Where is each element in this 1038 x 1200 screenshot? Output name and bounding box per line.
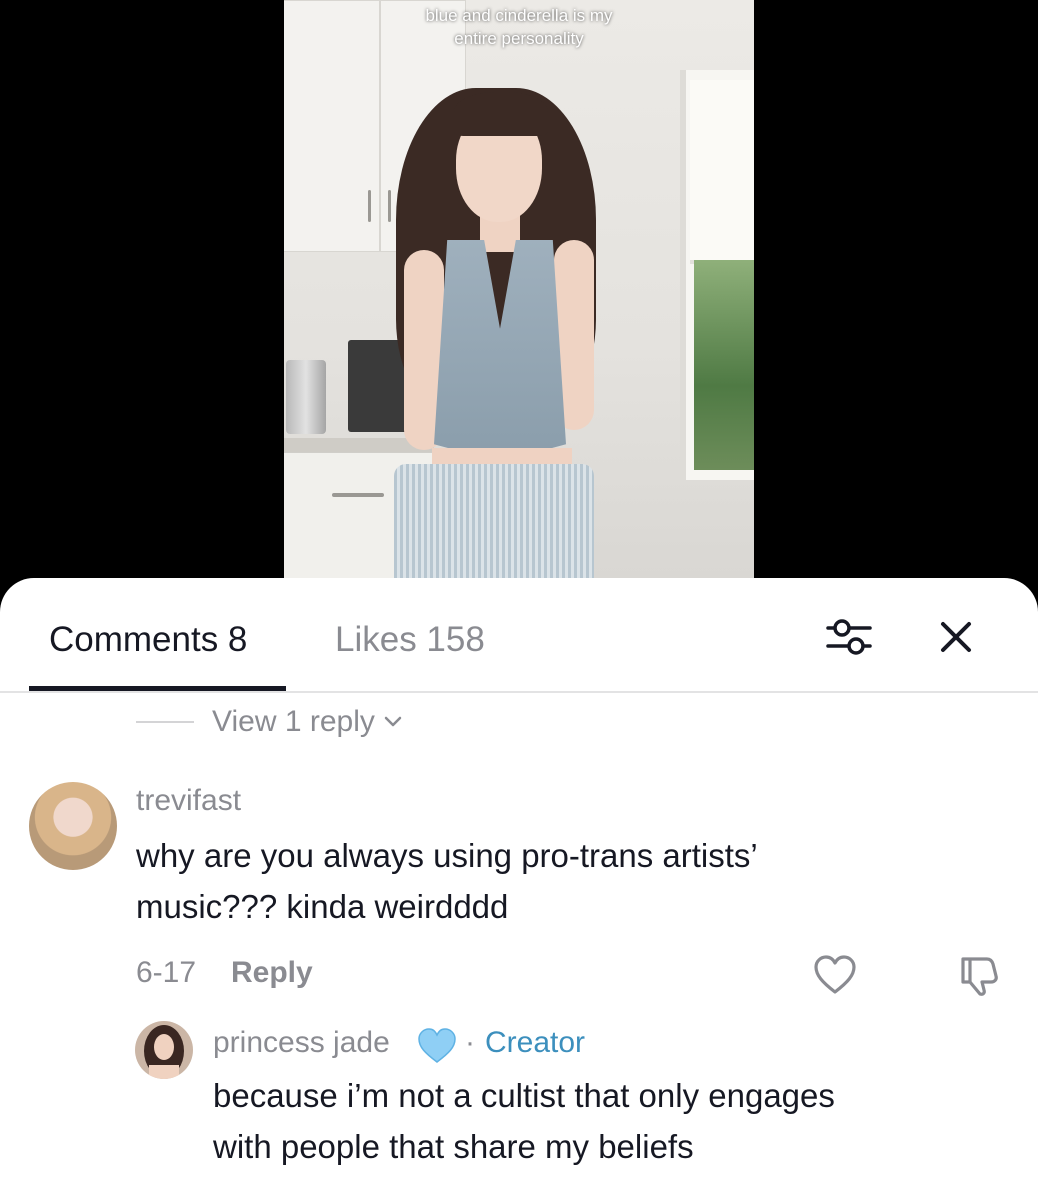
- reply-text-line1: because i’m not a cultist that only enga…: [213, 1077, 835, 1114]
- comment-text-line1: why are you always using pro-trans artis…: [136, 837, 758, 874]
- tab-divider: [0, 691, 1038, 693]
- comments-panel: Comments 8 Likes 158 View 1 reply trevif…: [0, 578, 1038, 1200]
- view-replies-button[interactable]: View 1 reply: [136, 702, 403, 742]
- reply-username[interactable]: princess jade: [213, 1026, 390, 1060]
- thread-line: [136, 721, 194, 723]
- window-shade: [690, 80, 754, 264]
- drawer-handle: [332, 493, 384, 497]
- video-caption-line2: entire personality: [454, 29, 584, 48]
- view-replies-label: View 1 reply: [212, 705, 375, 738]
- cabinet-handle: [388, 190, 391, 222]
- close-icon[interactable]: [933, 614, 979, 660]
- window-greenery: [694, 260, 754, 470]
- tab-likes[interactable]: Likes 158: [335, 618, 485, 662]
- striped-skirt: [394, 464, 594, 578]
- tab-comments[interactable]: Comments 8: [49, 618, 247, 662]
- bangs: [454, 92, 548, 136]
- blue-heart-icon: [418, 1028, 456, 1063]
- video-player[interactable]: blue and cinderella is my entire persona…: [0, 0, 1038, 580]
- avatar-trevifast[interactable]: [29, 782, 117, 870]
- comment-text-line2: music??? kinda weirdddd: [136, 888, 509, 925]
- window: [680, 70, 754, 480]
- kettle: [286, 360, 326, 434]
- comment-date: 6-17: [136, 956, 197, 989]
- cabinet-handle: [368, 190, 371, 222]
- comment-username[interactable]: trevifast: [136, 784, 241, 818]
- video-frame[interactable]: blue and cinderella is my entire persona…: [284, 0, 754, 578]
- video-caption-line1: blue and cinderella is my: [425, 6, 613, 25]
- separator-dot: ·: [465, 1026, 475, 1059]
- chevron-down-icon: [384, 716, 402, 727]
- reply-button[interactable]: Reply: [231, 956, 313, 990]
- heart-icon[interactable]: [812, 954, 858, 996]
- avatar-princess-jade[interactable]: [135, 1021, 193, 1079]
- creator-badge: Creator: [485, 1026, 586, 1059]
- reply-text-line2: with people that share my beliefs: [213, 1128, 694, 1165]
- dislike-icon[interactable]: [955, 954, 1001, 998]
- filter-sliders-icon[interactable]: [822, 614, 876, 660]
